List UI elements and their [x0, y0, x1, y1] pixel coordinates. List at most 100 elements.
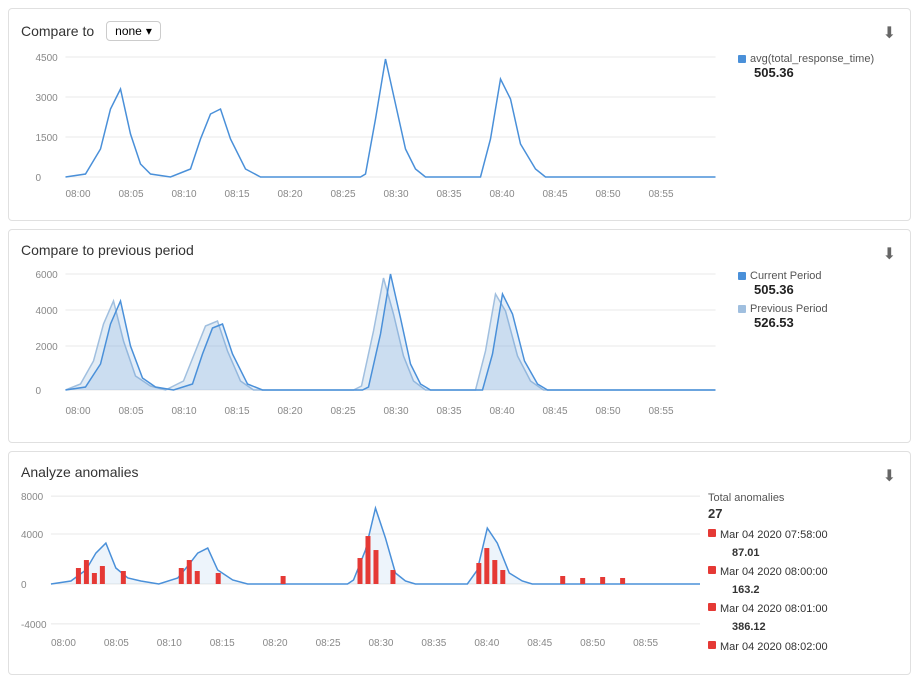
- legend-value-previous: 526.53: [754, 315, 898, 330]
- anomaly-timestamp-2: Mar 04 2020 08:01:00: [720, 601, 828, 619]
- svg-text:08:20: 08:20: [278, 189, 303, 200]
- chevron-down-icon: ▾: [146, 24, 152, 38]
- svg-text:08:05: 08:05: [119, 189, 144, 200]
- svg-text:08:25: 08:25: [316, 638, 341, 649]
- compare-to-title: Compare to: [21, 23, 94, 39]
- svg-text:08:25: 08:25: [331, 406, 356, 417]
- svg-text:08:55: 08:55: [633, 638, 658, 649]
- svg-text:2000: 2000: [36, 342, 59, 353]
- svg-text:08:00: 08:00: [51, 638, 76, 649]
- svg-text:08:55: 08:55: [649, 189, 674, 200]
- download-button-1[interactable]: ⬇: [881, 21, 898, 45]
- anomalies-title: Analyze anomalies: [21, 464, 139, 480]
- svg-text:-4000: -4000: [21, 620, 47, 631]
- svg-text:08:30: 08:30: [384, 189, 409, 200]
- svg-text:08:50: 08:50: [596, 406, 621, 417]
- anomaly-value-0: 87.01: [732, 545, 828, 563]
- anomaly-timestamp-3: Mar 04 2020 08:02:00: [720, 639, 828, 657]
- svg-text:08:50: 08:50: [580, 638, 605, 649]
- svg-text:08:05: 08:05: [119, 406, 144, 417]
- download-button-3[interactable]: ⬇: [881, 464, 898, 488]
- compare-to-panel: Compare to none ▾ ⬇ 4500 3000 1500 0: [8, 8, 911, 221]
- compare-to-svg: 4500 3000 1500 0 08:00 08:05 08:10 08:15…: [21, 49, 730, 209]
- svg-text:08:40: 08:40: [490, 406, 515, 417]
- legend-label-previous: Previous Period: [750, 303, 828, 315]
- anomalies-legend: Total anomalies 27 Mar 04 2020 07:58:00 …: [708, 488, 898, 666]
- anomalies-chart-area: 8000 4000 0 -4000: [21, 488, 898, 666]
- anomalies-panel: Analyze anomalies ⬇ 8000 4000 0 -4000: [8, 451, 911, 675]
- compare-to-chart-area: 4500 3000 1500 0 08:00 08:05 08:10 08:15…: [21, 49, 898, 212]
- svg-text:08:35: 08:35: [421, 638, 446, 649]
- svg-text:08:45: 08:45: [527, 638, 552, 649]
- svg-text:8000: 8000: [21, 492, 44, 503]
- svg-text:0: 0: [21, 580, 27, 591]
- anomaly-dot-0: [708, 529, 716, 537]
- svg-text:0: 0: [36, 386, 42, 397]
- compare-previous-title: Compare to previous period: [21, 242, 194, 258]
- compare-previous-panel: Compare to previous period ⬇ 6000 4000 2…: [8, 229, 911, 443]
- svg-text:08:55: 08:55: [649, 406, 674, 417]
- svg-text:08:20: 08:20: [278, 406, 303, 417]
- svg-text:08:30: 08:30: [384, 406, 409, 417]
- svg-text:08:40: 08:40: [474, 638, 499, 649]
- svg-text:08:00: 08:00: [66, 189, 91, 200]
- compare-previous-chart-area: 6000 4000 2000 0 08:00 08:05 08:10 08:15…: [21, 266, 898, 434]
- svg-text:6000: 6000: [36, 270, 59, 281]
- anomaly-dot-3: [708, 641, 716, 649]
- compare-select-value: none: [115, 24, 142, 38]
- legend-label-avg: avg(total_response_time): [750, 53, 874, 65]
- compare-to-chart: 4500 3000 1500 0 08:00 08:05 08:10 08:15…: [21, 49, 730, 212]
- svg-text:08:30: 08:30: [368, 638, 393, 649]
- compare-previous-chart: 6000 4000 2000 0 08:00 08:05 08:10 08:15…: [21, 266, 730, 434]
- svg-text:0: 0: [36, 173, 42, 184]
- anomaly-list: Mar 04 2020 07:58:00 87.01 Mar 04 2020 0…: [708, 527, 898, 656]
- svg-text:08:45: 08:45: [543, 406, 568, 417]
- anomalies-chart: 8000 4000 0 -4000: [21, 488, 700, 666]
- total-anomalies-label: Total anomalies: [708, 492, 898, 504]
- svg-text:4500: 4500: [36, 53, 59, 64]
- compare-to-header: Compare to none ▾: [21, 21, 898, 41]
- anomaly-dot-2: [708, 603, 716, 611]
- compare-to-legend: avg(total_response_time) 505.36: [738, 49, 898, 212]
- anomaly-value-2: 386.12: [732, 619, 828, 637]
- svg-text:08:45: 08:45: [543, 189, 568, 200]
- legend-item-current: Current Period 505.36: [738, 270, 898, 297]
- svg-text:08:05: 08:05: [104, 638, 129, 649]
- svg-text:4000: 4000: [36, 306, 59, 317]
- legend-dot-previous: [738, 305, 746, 313]
- svg-text:1500: 1500: [36, 133, 59, 144]
- legend-label-current: Current Period: [750, 270, 822, 282]
- anomaly-timestamp-1: Mar 04 2020 08:00:00: [720, 564, 828, 582]
- svg-text:4000: 4000: [21, 530, 44, 541]
- svg-text:08:25: 08:25: [331, 189, 356, 200]
- anomaly-item-1: Mar 04 2020 08:00:00 163.2: [708, 564, 898, 599]
- compare-previous-legend: Current Period 505.36 Previous Period 52…: [738, 266, 898, 434]
- svg-text:08:20: 08:20: [263, 638, 288, 649]
- anomaly-value-1: 163.2: [732, 582, 828, 600]
- svg-text:08:50: 08:50: [596, 189, 621, 200]
- compare-previous-header: Compare to previous period: [21, 242, 898, 258]
- anomaly-item-3: Mar 04 2020 08:02:00: [708, 639, 898, 657]
- anomaly-timestamp-0: Mar 04 2020 07:58:00: [720, 527, 828, 545]
- anomaly-dot-1: [708, 566, 716, 574]
- legend-value-avg: 505.36: [754, 65, 898, 80]
- legend-dot-current: [738, 272, 746, 280]
- svg-text:08:35: 08:35: [437, 189, 462, 200]
- legend-dot-avg: [738, 55, 746, 63]
- svg-text:08:10: 08:10: [172, 189, 197, 200]
- svg-text:08:35: 08:35: [437, 406, 462, 417]
- svg-text:08:10: 08:10: [157, 638, 182, 649]
- svg-text:08:15: 08:15: [225, 189, 250, 200]
- legend-item-avg: avg(total_response_time) 505.36: [738, 53, 898, 80]
- svg-text:08:15: 08:15: [225, 406, 250, 417]
- svg-text:08:15: 08:15: [210, 638, 235, 649]
- svg-text:08:00: 08:00: [66, 406, 91, 417]
- compare-previous-svg: 6000 4000 2000 0 08:00 08:05 08:10 08:15…: [21, 266, 730, 431]
- svg-text:08:40: 08:40: [490, 189, 515, 200]
- compare-select-dropdown[interactable]: none ▾: [106, 21, 161, 41]
- legend-item-previous: Previous Period 526.53: [738, 303, 898, 330]
- anomalies-svg: 8000 4000 0 -4000: [21, 488, 700, 663]
- download-button-2[interactable]: ⬇: [881, 242, 898, 266]
- anomalies-header: Analyze anomalies: [21, 464, 898, 480]
- svg-text:08:10: 08:10: [172, 406, 197, 417]
